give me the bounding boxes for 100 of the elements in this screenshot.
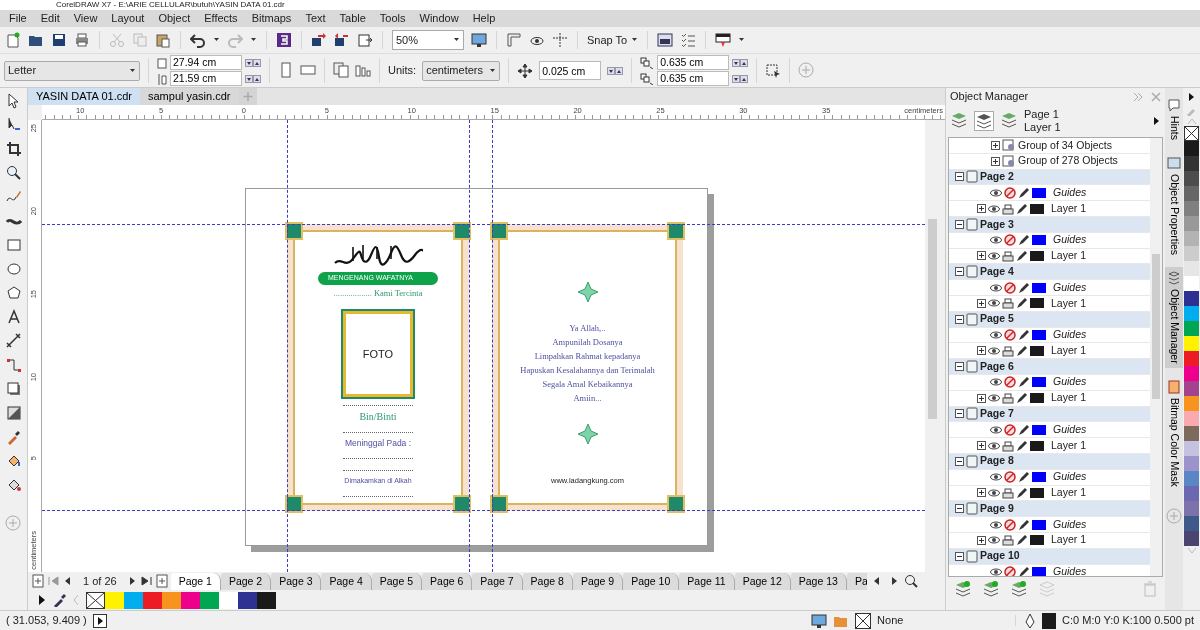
page-tab[interactable]: Page 10	[623, 572, 680, 590]
no-print-icon[interactable]	[1004, 376, 1016, 389]
zoom-dropdown[interactable]: 50%	[392, 30, 464, 50]
app-logo-icon[interactable]	[276, 32, 292, 48]
color-swatch[interactable]	[1184, 231, 1199, 246]
color-swatch[interactable]	[200, 591, 219, 609]
tree-item[interactable]: Layer 1	[1051, 342, 1087, 359]
color-swatch[interactable]	[1184, 366, 1199, 381]
printer-icon[interactable]	[1002, 486, 1014, 499]
printer-icon[interactable]	[1002, 344, 1014, 357]
layer-color-swatch[interactable]	[1030, 345, 1044, 356]
expand-icon[interactable]	[977, 535, 986, 545]
tree-item[interactable]: Layer 1	[1051, 485, 1087, 501]
collapse-icon[interactable]	[955, 409, 964, 419]
eye-icon[interactable]	[990, 376, 1002, 389]
height-field[interactable]: 21.59 cm	[170, 71, 242, 86]
welcome-screen-icon[interactable]	[715, 32, 732, 48]
guideline-icon[interactable]	[552, 32, 568, 48]
color-swatch[interactable]	[1184, 246, 1199, 261]
no-print-icon[interactable]	[1004, 234, 1016, 247]
last-page-icon[interactable]	[140, 575, 153, 587]
menu-item[interactable]: Text	[298, 10, 333, 27]
eye-icon[interactable]	[990, 281, 1002, 294]
page-tab[interactable]: Page 13	[790, 572, 847, 590]
paste-icon[interactable]	[155, 32, 171, 48]
color-swatch[interactable]	[1184, 291, 1199, 306]
vertical-scrollbar[interactable]	[1150, 138, 1162, 576]
pencil-icon[interactable]	[1018, 186, 1030, 199]
portrait-page-icon[interactable]	[278, 61, 294, 80]
pencil-icon[interactable]	[1016, 486, 1028, 499]
layer-color-swatch[interactable]	[1030, 440, 1044, 451]
layer-color-swatch[interactable]	[1030, 393, 1044, 404]
page-tab[interactable]: Page 7	[472, 572, 523, 590]
color-swatch[interactable]	[257, 591, 276, 609]
no-print-icon[interactable]	[1004, 565, 1016, 576]
tree-item[interactable]: Guides	[1053, 327, 1087, 343]
expand-icon[interactable]	[991, 140, 1000, 150]
color-swatch[interactable]	[162, 591, 181, 609]
menu-item[interactable]: Window	[412, 10, 466, 27]
layer-color-swatch[interactable]	[1032, 329, 1046, 340]
printer-icon[interactable]	[1002, 297, 1014, 310]
color-swatch[interactable]	[1184, 396, 1199, 411]
printer-icon[interactable]	[1002, 534, 1014, 547]
layers-icon[interactable]	[1000, 112, 1018, 130]
printer-icon[interactable]	[1002, 392, 1014, 405]
eye-icon[interactable]	[988, 486, 1000, 499]
color-swatch[interactable]	[105, 591, 124, 609]
guide-line[interactable]	[287, 120, 288, 572]
eye-icon[interactable]	[990, 565, 1002, 576]
pencil-icon[interactable]	[1018, 281, 1030, 294]
menu-item[interactable]: View	[66, 10, 105, 27]
pencil-icon[interactable]	[1016, 249, 1028, 262]
spinner-icon[interactable]	[245, 74, 261, 83]
new-document-icon[interactable]	[5, 32, 21, 48]
printer-icon[interactable]	[1002, 439, 1014, 452]
collapse-icon[interactable]	[955, 172, 964, 182]
import-icon[interactable]	[311, 32, 327, 48]
color-swatch[interactable]	[143, 591, 162, 609]
page-tab[interactable]: Page 3	[271, 572, 322, 590]
layer-color-swatch[interactable]	[1030, 298, 1044, 309]
duplicate-offset-field[interactable]: 0.635 cm	[657, 71, 730, 86]
color-swatch[interactable]	[1184, 156, 1199, 171]
snap-dropdown[interactable]: Snap To	[587, 31, 639, 49]
tree-item[interactable]: Guides	[1053, 279, 1087, 296]
color-swatch[interactable]	[1184, 321, 1199, 336]
text-tool-icon[interactable]	[5, 309, 22, 325]
printer-icon[interactable]	[1002, 202, 1014, 215]
color-swatch[interactable]	[1184, 186, 1199, 201]
page-tab[interactable]: Page 6	[422, 572, 473, 590]
scrollbar-thumb[interactable]	[928, 219, 937, 419]
options-icon[interactable]	[657, 32, 674, 48]
units-dropdown[interactable]: centimeters	[422, 60, 501, 81]
no-color-swatch[interactable]	[86, 591, 105, 609]
tree-item[interactable]: Group of 278 Objects	[1018, 153, 1118, 170]
shape-tool-icon[interactable]	[5, 117, 22, 133]
color-swatch[interactable]	[1184, 381, 1199, 396]
color-swatch[interactable]	[1184, 216, 1199, 231]
color-swatch[interactable]	[1184, 336, 1199, 351]
spinner-icon[interactable]	[732, 74, 749, 83]
layer-color-swatch[interactable]	[1032, 187, 1046, 198]
docker-tab[interactable]: Object Manager	[1165, 267, 1183, 368]
tree-item[interactable]: Guides	[1053, 564, 1087, 576]
expand-arrow-icon[interactable]	[38, 594, 46, 606]
color-swatch[interactable]	[1184, 171, 1199, 186]
tree-item[interactable]: Page 5	[980, 311, 1014, 328]
tree-item[interactable]: Guides	[1053, 469, 1087, 485]
color-swatch[interactable]	[1184, 456, 1199, 471]
layer-color-swatch[interactable]	[1032, 282, 1046, 293]
layer-color-swatch[interactable]	[1032, 519, 1046, 530]
nudge-field[interactable]: 0.025 cm	[539, 61, 602, 80]
menu-item[interactable]: File	[2, 10, 34, 27]
menu-item[interactable]: Effects	[197, 10, 245, 27]
collapse-icon[interactable]	[955, 267, 964, 277]
eyedropper-icon[interactable]	[52, 593, 66, 607]
pencil-icon[interactable]	[1018, 423, 1030, 436]
expand-icon[interactable]	[977, 298, 986, 308]
eye-icon[interactable]	[990, 471, 1002, 484]
pencil-icon[interactable]	[1016, 344, 1028, 357]
page-tab[interactable]: Page 2	[220, 572, 272, 590]
tree-item[interactable]: Guides	[1053, 421, 1087, 438]
